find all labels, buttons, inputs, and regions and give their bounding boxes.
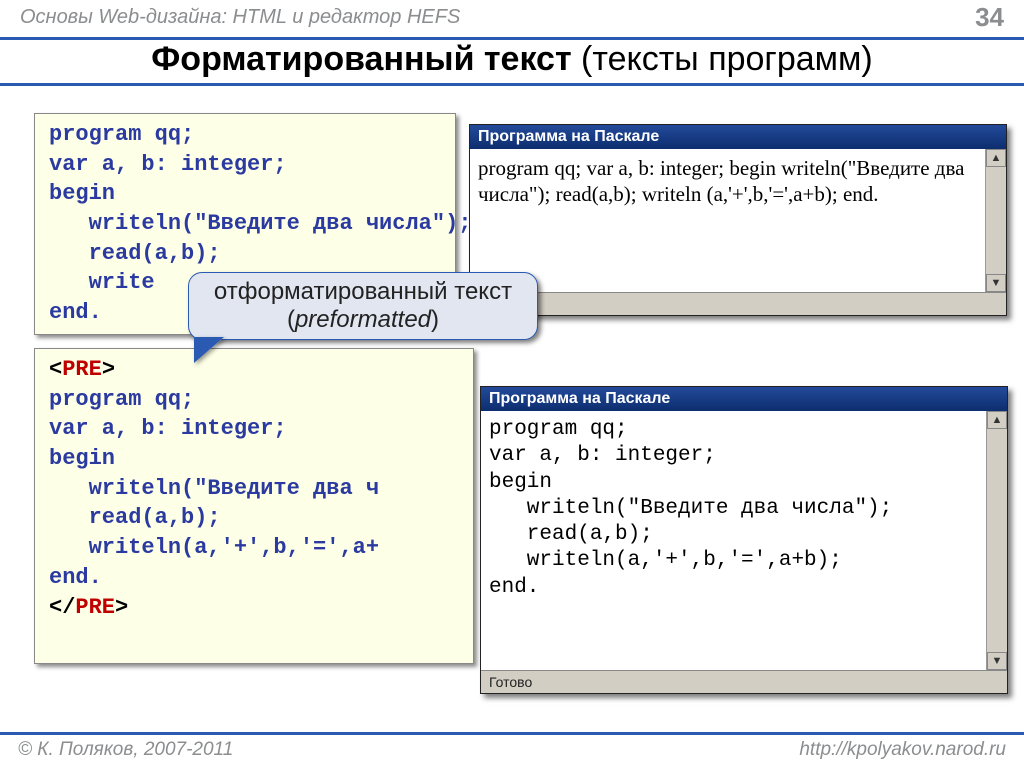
page-number: 34 xyxy=(975,2,1004,33)
browser-window-formatted: Программа на Паскале program qq; var a, … xyxy=(480,386,1008,694)
browser1-status: ово xyxy=(470,292,1006,315)
browser1-title: Программа на Паскале xyxy=(470,125,1006,149)
callout-tail-icon xyxy=(195,338,223,362)
pre-close-lt: </ xyxy=(49,595,75,620)
browser2-title: Программа на Паскале xyxy=(481,387,1007,411)
footer-bar: © К. Поляков, 2007-2011 http://kpolyakov… xyxy=(0,732,1024,761)
browser-window-unformatted: Программа на Паскале program qq; var a, … xyxy=(469,124,1007,316)
browser2-content: program qq; var a, b: integer; begin wri… xyxy=(481,411,986,670)
pre-open-lt: < xyxy=(49,357,62,382)
browser2-status: Готово xyxy=(481,670,1007,693)
scroll-up-icon[interactable]: ▲ xyxy=(987,411,1007,429)
title-rest: (тексты программ) xyxy=(572,40,873,78)
pre-close-gt: > xyxy=(115,595,128,620)
code-box-pre: <PRE> program qq; var a, b: integer; beg… xyxy=(34,348,474,664)
footer-url: http://kpolyakov.narod.ru xyxy=(799,739,1006,761)
scroll-down-icon[interactable]: ▼ xyxy=(986,274,1006,292)
callout-bubble: отформатированный текст (preformatted) xyxy=(188,272,538,340)
title-bold: Форматированный текст xyxy=(151,40,571,78)
code2-body: program qq; var a, b: integer; begin wri… xyxy=(49,387,379,590)
browser1-content: program qq; var a, b: integer; begin wri… xyxy=(470,149,985,292)
browser1-scrollbar[interactable]: ▲ ▼ xyxy=(985,149,1006,292)
scroll-up-icon[interactable]: ▲ xyxy=(986,149,1006,167)
pre-open-tag: PRE xyxy=(62,357,102,382)
slide-title: Форматированный текст (тексты программ) xyxy=(0,34,1024,86)
browser2-scrollbar[interactable]: ▲ ▼ xyxy=(986,411,1007,670)
callout-line2: (preformatted) xyxy=(189,306,537,334)
callout-line1: отформатированный текст xyxy=(189,278,537,306)
copyright: © К. Поляков, 2007-2011 xyxy=(18,739,233,761)
breadcrumb: Основы Web-дизайна: HTML и редактор HEFS xyxy=(20,6,460,29)
pre-close-tag: PRE xyxy=(75,595,115,620)
pre-open-gt: > xyxy=(102,357,115,382)
scroll-down-icon[interactable]: ▼ xyxy=(987,652,1007,670)
